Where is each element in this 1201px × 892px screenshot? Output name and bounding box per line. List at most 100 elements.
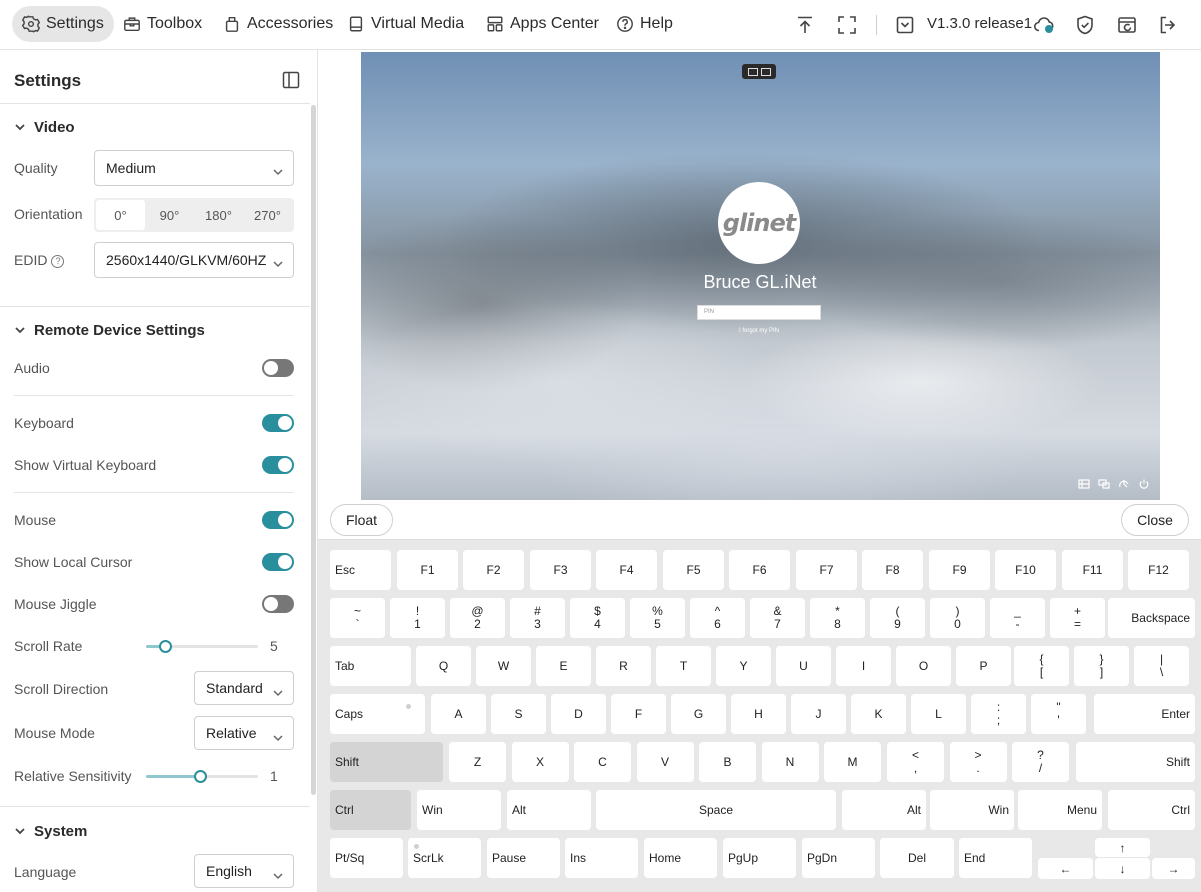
accessibility-icon[interactable]	[1118, 478, 1130, 490]
nav-virtual-media[interactable]: Virtual Media	[337, 6, 474, 42]
key-caps[interactable]: Caps	[330, 694, 425, 734]
key-space[interactable]: Space	[596, 790, 836, 830]
key-f11[interactable]: F11	[1062, 550, 1123, 590]
key-y[interactable]: Y	[716, 646, 771, 686]
key-num-3[interactable]: #3	[510, 598, 565, 638]
slider-thumb[interactable]	[193, 770, 207, 783]
key-pause[interactable]: Pause	[487, 838, 560, 878]
nav-help[interactable]: Help	[606, 6, 683, 42]
key-pgdn[interactable]: PgDn	[802, 838, 875, 878]
key-menu[interactable]: Menu	[1018, 790, 1102, 830]
key-v[interactable]: V	[636, 742, 694, 782]
key-n[interactable]: N	[761, 742, 819, 782]
key-del[interactable]: Del	[880, 838, 954, 878]
key-ctrl-right[interactable]: Ctrl	[1108, 790, 1195, 830]
network-icon[interactable]	[1098, 478, 1110, 490]
nav-accessories[interactable]: Accessories	[213, 6, 343, 42]
key-f5[interactable]: F5	[663, 550, 724, 590]
key-x[interactable]: X	[511, 742, 569, 782]
key-a[interactable]: A	[431, 694, 486, 734]
scroll-rate-slider[interactable]	[146, 639, 258, 653]
cloud-status-icon[interactable]	[1033, 14, 1055, 36]
key-j[interactable]: J	[791, 694, 846, 734]
sidebar-scrollbar[interactable]	[311, 105, 316, 795]
logout-icon[interactable]	[1157, 14, 1179, 36]
section-video-header[interactable]: Video	[14, 117, 75, 137]
key-num-6[interactable]: ^ 6	[690, 598, 745, 638]
key-alt-right[interactable]: Alt	[842, 790, 926, 830]
key-z[interactable]: Z	[449, 742, 506, 782]
key-d[interactable]: D	[551, 694, 606, 734]
key-l[interactable]: L	[911, 694, 966, 734]
key-g[interactable]: G	[671, 694, 726, 734]
key-arrow-down[interactable]: ↓	[1095, 858, 1150, 879]
key-f10[interactable]: F10	[995, 550, 1056, 590]
key-backspace[interactable]: Backspace	[1108, 598, 1195, 638]
key-num-9[interactable]: (9	[870, 598, 925, 638]
section-remote-header[interactable]: Remote Device Settings	[14, 320, 205, 340]
key-s[interactable]: S	[491, 694, 546, 734]
key-bracket-2[interactable]: | \	[1134, 646, 1189, 686]
key-pgup[interactable]: PgUp	[723, 838, 796, 878]
key-bracket-1[interactable]: }]	[1074, 646, 1129, 686]
key-zpunct-0[interactable]: <,	[887, 742, 944, 782]
key-k[interactable]: K	[851, 694, 906, 734]
show-local-cursor-toggle[interactable]	[262, 553, 294, 571]
quality-select[interactable]: Medium	[94, 150, 294, 186]
key-esc[interactable]: Esc	[330, 550, 391, 590]
key-arrow-left[interactable]: ←	[1038, 858, 1093, 879]
relative-sensitivity-slider[interactable]	[146, 769, 258, 783]
key-f1[interactable]: F1	[397, 550, 458, 590]
nav-toolbox[interactable]: Toolbox	[113, 6, 212, 42]
orientation-option-90[interactable]: 90°	[145, 200, 194, 230]
keyboard-toggle[interactable]	[262, 414, 294, 432]
key-num-`[interactable]: ~ `	[330, 598, 385, 638]
orientation-option-0[interactable]: 0°	[96, 200, 145, 230]
key-u[interactable]: U	[776, 646, 831, 686]
key-num-1[interactable]: ! 1	[390, 598, 445, 638]
key-ins[interactable]: Ins	[565, 838, 638, 878]
key-alt-left[interactable]: Alt	[507, 790, 591, 830]
key-num-=[interactable]: + =	[1050, 598, 1105, 638]
key-end[interactable]: End	[959, 838, 1032, 878]
key-punct-0[interactable]: :;	[971, 694, 1026, 734]
key-t[interactable]: T	[656, 646, 711, 686]
key-e[interactable]: E	[536, 646, 591, 686]
key-m[interactable]: M	[824, 742, 881, 782]
key-f7[interactable]: F7	[796, 550, 857, 590]
pin-input[interactable]: PIN	[697, 305, 821, 320]
section-system-header[interactable]: System	[14, 821, 87, 841]
key-tab[interactable]: Tab	[330, 646, 411, 686]
collapse-sidebar-icon[interactable]	[282, 71, 300, 89]
upload-icon[interactable]	[794, 14, 816, 36]
nav-apps-center[interactable]: Apps Center	[476, 6, 609, 42]
mouse-mode-select[interactable]: Relative	[194, 716, 294, 750]
key-o[interactable]: O	[896, 646, 951, 686]
language-select[interactable]: English	[194, 854, 294, 888]
key-num-8[interactable]: * 8	[810, 598, 865, 638]
power-icon[interactable]	[1138, 478, 1150, 490]
key-r[interactable]: R	[596, 646, 651, 686]
mouse-toggle[interactable]	[262, 511, 294, 529]
key-win-left[interactable]: Win	[417, 790, 501, 830]
close-keyboard-button[interactable]: Close	[1121, 504, 1189, 536]
firmware-download-icon[interactable]	[894, 14, 916, 36]
key-f6[interactable]: F6	[729, 550, 790, 590]
key-f8[interactable]: F8	[862, 550, 923, 590]
key-enter[interactable]: Enter	[1094, 694, 1195, 734]
orientation-option-270[interactable]: 270°	[243, 200, 292, 230]
orientation-option-180[interactable]: 180°	[194, 200, 243, 230]
key-i[interactable]: I	[836, 646, 891, 686]
key-w[interactable]: W	[476, 646, 531, 686]
float-button[interactable]: Float	[330, 504, 393, 536]
key-arrow-right[interactable]: →	[1152, 858, 1195, 879]
key-scrlk[interactable]: ScrLk	[408, 838, 481, 878]
key-num-5[interactable]: % 5	[630, 598, 685, 638]
key-num--[interactable]: _ -	[990, 598, 1045, 638]
key-f9[interactable]: F9	[929, 550, 990, 590]
nav-settings[interactable]: Settings	[12, 6, 114, 42]
key-f12[interactable]: F12	[1128, 550, 1189, 590]
key-num-2[interactable]: @2	[450, 598, 505, 638]
edid-select[interactable]: 2560x1440/GLKVM/60HZ	[94, 242, 294, 278]
key-zpunct-2[interactable]: ? /	[1012, 742, 1069, 782]
